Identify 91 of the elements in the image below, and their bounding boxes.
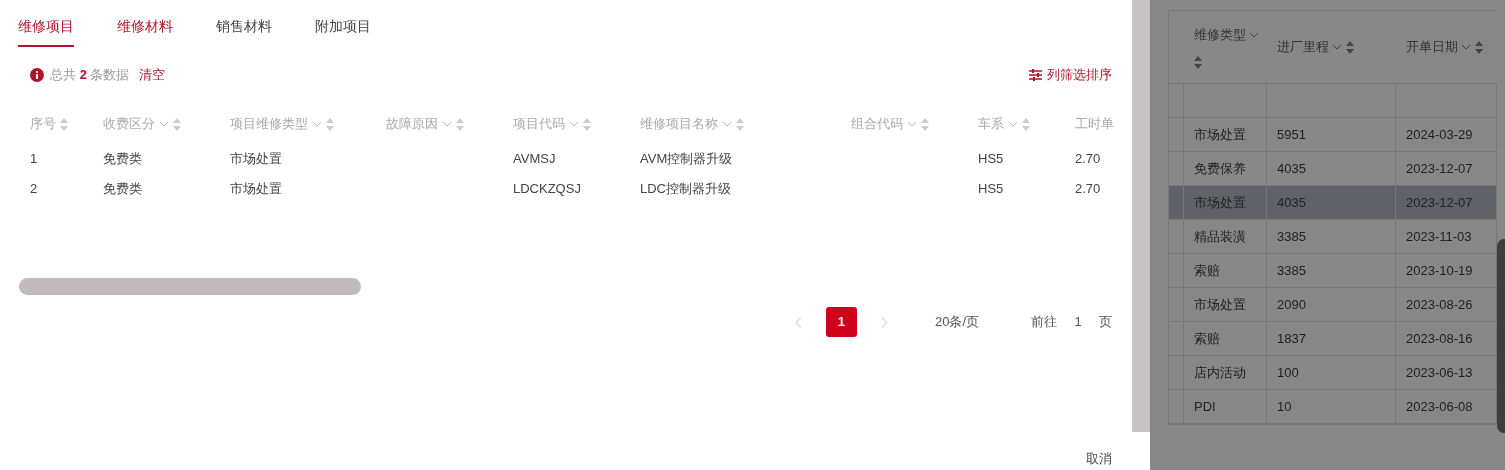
table-cell-text: 2023-06-13 (1406, 363, 1473, 382)
horizontal-scrollbar[interactable] (19, 278, 361, 295)
table-cell-text: 免费类 (103, 180, 142, 199)
sort-icon[interactable] (1475, 40, 1484, 54)
chevron-down-icon[interactable] (159, 121, 169, 127)
table-cell-text: 2023-08-16 (1406, 329, 1473, 348)
table-cell-text: 2023-08-26 (1406, 295, 1473, 314)
table-cell-text: 1837 (1277, 329, 1306, 348)
tab[interactable]: 维修项目 (18, 16, 74, 47)
table-cell-text: LDCKZQSJ (513, 180, 581, 199)
table-cell-text: 免费保养 (1194, 159, 1246, 178)
page-button[interactable]: 1 (825, 307, 857, 337)
sort-icon[interactable] (736, 117, 744, 131)
goto-label: 前往 (1031, 313, 1057, 332)
table-cell-text: 2.70 (1075, 180, 1101, 199)
table-cell-text: 1 (30, 150, 38, 169)
sliders-icon (1029, 69, 1042, 81)
summary-text: 总共 2 条数据 (50, 66, 130, 85)
sort-icon[interactable] (921, 117, 929, 131)
table-cell-text: 索赔 (1194, 261, 1220, 280)
table-cell-text: 5951 (1277, 125, 1306, 144)
cancel-button[interactable]: 取消 (1086, 448, 1112, 470)
chevron-down-icon[interactable] (312, 121, 322, 127)
chevron-down-icon[interactable] (722, 121, 732, 127)
chevron-down-icon[interactable] (442, 121, 452, 127)
page-size-select[interactable]: 20条/页 (934, 312, 979, 332)
chevron-down-icon[interactable] (907, 121, 917, 127)
column-settings-button[interactable]: 列筛选排序 (1029, 65, 1112, 85)
sort-icon[interactable] (1022, 117, 1030, 131)
table-cell-text: 2.70 (1075, 150, 1101, 169)
column-header[interactable]: 开单日期 (1406, 37, 1458, 57)
chevron-down-icon[interactable] (1008, 121, 1018, 127)
table-cell-text: 2024-03-29 (1406, 125, 1473, 144)
table-cell-text: 2 (30, 180, 38, 199)
chevron-down-icon[interactable] (1249, 31, 1260, 38)
tab[interactable]: 维修材料 (117, 16, 173, 47)
table-cell-text: 店内活动 (1194, 363, 1246, 382)
table-cell-text: LDC控制器升级 (640, 180, 731, 199)
sort-icon[interactable] (326, 117, 334, 131)
clear-link[interactable]: 清空 (139, 65, 166, 85)
table-cell-text: 3385 (1277, 227, 1306, 246)
table-cell-text: 2023-12-07 (1406, 193, 1473, 212)
table-cell-text: 索赔 (1194, 329, 1220, 348)
column-header[interactable]: 项目维修类型 (230, 114, 308, 134)
table-cell-text: 100 (1277, 363, 1299, 382)
table-cell-text: 精品装潢 (1194, 227, 1246, 246)
table-cell-text: 2023-06-08 (1406, 397, 1473, 416)
page-suffix: 页 (1099, 313, 1112, 332)
table-cell-text: 市场处置 (1194, 125, 1246, 144)
sort-icon[interactable] (1194, 56, 1202, 70)
sort-icon[interactable] (456, 117, 464, 131)
column-header[interactable]: 维修类型 (1194, 24, 1246, 45)
tab[interactable]: 附加项目 (315, 16, 371, 47)
table-cell-text: 2023-12-07 (1406, 159, 1473, 178)
table-cell-text: 免费类 (103, 150, 142, 169)
chevron-down-icon[interactable] (1332, 44, 1343, 50)
table-cell-text: 2090 (1277, 295, 1306, 314)
chevron-down-icon[interactable] (1461, 44, 1472, 50)
table-cell-text: 市场处置 (1194, 295, 1246, 314)
sort-icon[interactable] (173, 117, 181, 131)
table-cell-text: HS5 (978, 150, 1004, 169)
sort-icon[interactable] (1346, 40, 1355, 54)
table-cell-text: 市场处置 (230, 180, 282, 199)
table-cell-text: 4035 (1277, 193, 1306, 212)
table-cell-text: 2023-10-19 (1406, 261, 1473, 280)
table-cell-text: PDI (1194, 397, 1216, 416)
table-cell-text: 3385 (1277, 261, 1306, 280)
table-cell-text: AVMSJ (513, 150, 556, 169)
table-cell-text: HS5 (978, 180, 1004, 199)
column-header[interactable]: 组合代码 (851, 114, 903, 134)
column-header[interactable]: 项目代码 (513, 114, 565, 134)
sort-icon[interactable] (583, 117, 591, 131)
column-header[interactable]: 维修项目名称 (640, 114, 718, 134)
column-header[interactable]: 收费区分 (103, 114, 155, 134)
column-header[interactable]: 车系 (978, 114, 1004, 134)
table-cell-text: AVM控制器升级 (640, 150, 733, 169)
column-header[interactable]: 序号 (30, 114, 56, 134)
page-input[interactable]: 1 (1063, 311, 1093, 333)
table-cell-text: 市场处置 (1194, 193, 1246, 212)
column-header[interactable]: 工时单 (1075, 114, 1114, 134)
table-cell-text: 市场处置 (230, 150, 282, 169)
tab[interactable]: 销售材料 (216, 16, 272, 47)
sort-icon[interactable] (60, 117, 68, 131)
column-header[interactable]: 故障原因 (386, 114, 438, 134)
chevron-down-icon[interactable] (569, 121, 579, 127)
selected-row[interactable]: 市场处置 4035 2023-12-07 (1169, 186, 1496, 220)
table-cell-text: 4035 (1277, 159, 1306, 178)
column-header[interactable]: 进厂里程 (1277, 37, 1329, 57)
table-cell-text: 10 (1277, 397, 1292, 416)
table-cell-text: 2023-11-03 (1406, 227, 1472, 246)
info-icon (30, 68, 44, 82)
